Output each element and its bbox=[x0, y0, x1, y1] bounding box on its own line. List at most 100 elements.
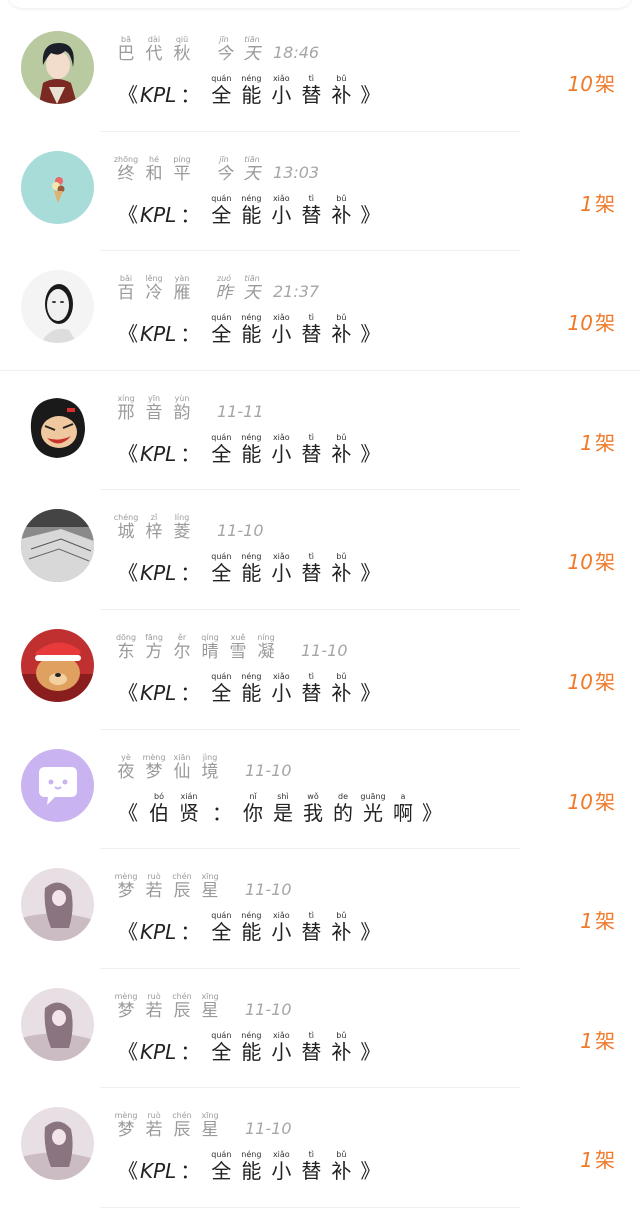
hanzi: 平 bbox=[173, 163, 191, 184]
sender-name[interactable]: mèng 梦 ruò 若 chén 辰 xīng 星 bbox=[115, 1111, 227, 1140]
hanzi: 辰 bbox=[173, 881, 191, 902]
pinyin: yè bbox=[121, 752, 131, 762]
gift-brand: KPL bbox=[140, 441, 177, 466]
hanzi: 能 bbox=[241, 680, 262, 705]
avatar[interactable] bbox=[21, 868, 94, 942]
name-char: ruò 若 bbox=[143, 1111, 165, 1140]
hanzi: 替 bbox=[301, 1159, 322, 1184]
avatar[interactable] bbox=[21, 628, 94, 702]
sender-line: zhōng 终 hé 和 píng 平 jīn 今 tiān 天 13:03 bbox=[114, 154, 319, 184]
pinyin: xíng bbox=[117, 393, 135, 403]
count-number: 10 bbox=[567, 550, 593, 575]
gift-title: 《 KPL： quán 全 néng 能 xiǎo 小 tì 替 bǔ 补》 bbox=[118, 192, 380, 228]
hanzi: 和 bbox=[145, 163, 163, 184]
pinyin: chéng bbox=[113, 513, 139, 523]
count-number: 1 bbox=[580, 1148, 593, 1173]
list-item[interactable]: bǎi 百 lěng 冷 yàn 雁 zuó 昨 tiān 天 21:37 《 KPL： quán 全 nén… bbox=[0, 251, 640, 371]
pinyin: ruò bbox=[147, 1111, 161, 1121]
colon: ： bbox=[180, 920, 201, 945]
gift-char: tì 替 bbox=[300, 672, 322, 706]
count-unit: 架 bbox=[595, 1148, 615, 1173]
gift-title: 《 KPL： quán 全 néng 能 xiǎo 小 tì 替 bǔ 补》 bbox=[118, 550, 380, 586]
name-char: píng 平 bbox=[171, 155, 193, 184]
list-item[interactable]: yè 夜 mèng 梦 xiān 仙 jìng 境 11-10 《 bó 伯 xián 贤： nǐ 你 shì 是… bbox=[0, 730, 640, 850]
timestamp: 11-10 bbox=[213, 520, 264, 542]
gift-count: 10 架 bbox=[568, 546, 615, 575]
gift-char: quán 全 bbox=[210, 313, 232, 347]
name-char: qíng 晴 bbox=[199, 633, 221, 662]
name-char: líng 菱 bbox=[171, 513, 193, 542]
day-char: tiān 天 bbox=[241, 274, 263, 303]
hanzi: 你 bbox=[243, 800, 263, 825]
pinyin: tì bbox=[308, 911, 314, 921]
gift-char: néng 能 bbox=[240, 911, 262, 945]
gift-char: quán 全 bbox=[210, 433, 232, 467]
list-item[interactable]: dōng 东 fāng 方 ěr 尔 qíng 晴 xuě 雪 níng 凝 11-10 《 KPL： quá… bbox=[0, 610, 640, 730]
timestamp: 11-10 bbox=[241, 879, 292, 901]
sender-line: xíng 邢 yīn 音 yùn 韵 11-11 bbox=[115, 393, 263, 423]
gift-char: de 的 bbox=[332, 792, 354, 826]
pinyin: ruò bbox=[147, 872, 161, 882]
pinyin: tì bbox=[308, 432, 314, 442]
avatar[interactable] bbox=[21, 150, 94, 224]
list-item[interactable]: xíng 邢 yīn 音 yùn 韵 11-11 《 KPL： quán 全 néng 能 xiǎo 小 tì… bbox=[0, 371, 640, 491]
hanzi: 尔 bbox=[173, 641, 191, 662]
gift-title: 《 KPL： quán 全 néng 能 xiǎo 小 tì 替 bǔ 补》 bbox=[118, 431, 380, 467]
pinyin: jīn bbox=[219, 154, 229, 164]
count-unit: 架 bbox=[595, 789, 615, 814]
avatar[interactable] bbox=[21, 389, 94, 463]
sender-name[interactable]: mèng 梦 ruò 若 chén 辰 xīng 星 bbox=[115, 872, 227, 901]
pinyin: quán bbox=[211, 74, 232, 83]
sender-line: mèng 梦 ruò 若 chén 辰 xīng 星 11-10 bbox=[115, 871, 292, 901]
avatar[interactable] bbox=[21, 1107, 94, 1181]
gift-brand: KPL bbox=[140, 83, 177, 107]
list-item[interactable]: mèng 梦 ruò 若 chén 辰 xīng 星 11-10 《 KPL： quán 全 néng 能 x… bbox=[0, 969, 640, 1089]
gift-char: xiǎo 小 bbox=[270, 313, 292, 347]
name-char: xiān 仙 bbox=[171, 753, 193, 782]
hanzi: 梦 bbox=[145, 761, 163, 782]
sender-name[interactable]: chéng 城 zǐ 梓 líng 菱 bbox=[113, 513, 199, 542]
pinyin: mèng bbox=[114, 872, 138, 882]
avatar[interactable] bbox=[21, 748, 94, 822]
colon: ： bbox=[180, 322, 201, 347]
hanzi: 小 bbox=[271, 920, 292, 945]
open-bracket: 《 bbox=[118, 83, 138, 107]
list-item[interactable]: zhōng 终 hé 和 píng 平 jīn 今 tiān 天 13:03 《 KPL： quán 全 né… bbox=[0, 132, 640, 252]
avatar[interactable] bbox=[21, 270, 94, 344]
gift-char: xiǎo 小 bbox=[270, 433, 292, 467]
list-item[interactable]: bā 巴 dài 代 qiū 秋 jīn 今 tiān 天 18:46 《 KPL： quán 全 néng 能… bbox=[0, 12, 640, 132]
sender-name[interactable]: zhōng 终 hé 和 píng 平 bbox=[114, 155, 199, 184]
hanzi: 补 bbox=[331, 1159, 352, 1184]
list-item[interactable]: mèng 梦 ruò 若 chén 辰 xīng 星 11-10 《 KPL： quán 全 néng 能 x… bbox=[0, 1088, 640, 1208]
avatar[interactable] bbox=[21, 987, 94, 1061]
gift-char: xiǎo 小 bbox=[270, 1150, 292, 1184]
sender-name[interactable]: bā 巴 dài 代 qiū 秋 bbox=[115, 35, 199, 64]
gift-title: 《 KPL： quán 全 néng 能 xiǎo 小 tì 替 bǔ 补》 bbox=[118, 1029, 380, 1065]
sender-name[interactable]: yè 夜 mèng 梦 xiān 仙 jìng 境 bbox=[115, 753, 227, 782]
list-item[interactable]: mèng 梦 ruò 若 chén 辰 xīng 星 11-10 《 KPL： quán 全 néng 能 x… bbox=[0, 849, 640, 969]
gift-char: bǔ 补 bbox=[330, 433, 352, 467]
hanzi: 补 bbox=[331, 1039, 352, 1064]
avatar[interactable] bbox=[21, 31, 94, 104]
sender-name[interactable]: dōng 东 fāng 方 ěr 尔 qíng 晴 xuě 雪 níng 凝 bbox=[115, 633, 283, 662]
hanzi: 能 bbox=[241, 202, 262, 227]
time-value: 11-10 bbox=[245, 880, 292, 900]
sender-name[interactable]: bǎi 百 lěng 冷 yàn 雁 bbox=[115, 274, 199, 303]
avatar[interactable] bbox=[21, 509, 94, 583]
sender-name[interactable]: xíng 邢 yīn 音 yùn 韵 bbox=[115, 394, 199, 423]
sender-name[interactable]: mèng 梦 ruò 若 chén 辰 xīng 星 bbox=[115, 992, 227, 1021]
hanzi: 今 bbox=[215, 163, 233, 184]
timestamp: zuó 昨 tiān 天 21:37 bbox=[213, 274, 320, 303]
hanzi: 替 bbox=[301, 680, 322, 705]
gift-char: xiǎo 小 bbox=[270, 911, 292, 945]
hanzi: 替 bbox=[301, 322, 322, 347]
pinyin: jìng bbox=[202, 752, 218, 762]
pinyin: quán bbox=[211, 313, 232, 323]
gift-char: bǔ 补 bbox=[330, 1031, 352, 1065]
hanzi: 雁 bbox=[173, 283, 191, 304]
gift-char: tì 替 bbox=[300, 433, 322, 467]
list-item[interactable]: chéng 城 zǐ 梓 líng 菱 11-10 《 KPL： quán 全 néng 能 xiǎo 小 t… bbox=[0, 490, 640, 610]
gift-char: quán 全 bbox=[210, 672, 232, 706]
pinyin: wǒ bbox=[307, 791, 319, 801]
hanzi: 天 bbox=[243, 283, 261, 304]
